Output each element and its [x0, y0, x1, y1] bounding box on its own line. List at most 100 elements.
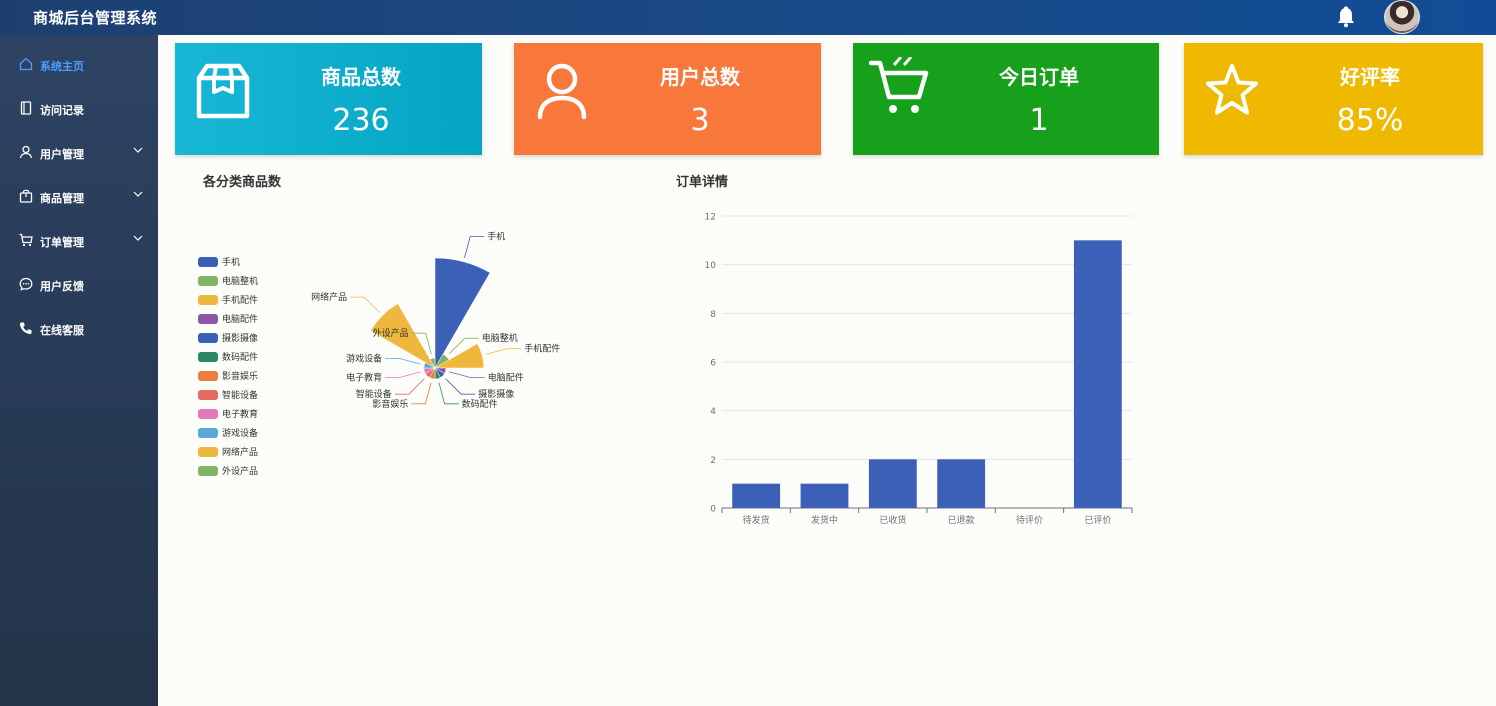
legend-swatch: [198, 428, 218, 438]
sidebar-item-visit-log[interactable]: 访问记录: [0, 87, 158, 127]
chevron-down-icon: [133, 191, 143, 197]
stat-card-today-orders: 今日订单 1: [853, 43, 1159, 155]
sidebar-item-online-service[interactable]: 在线客服: [0, 307, 158, 347]
legend-label: 智能设备: [222, 391, 259, 401]
sidebar: 系统主页 访问记录 用户管理 商品管理 订单管理 用户反馈 在线客服: [0, 35, 158, 706]
legend-swatch: [198, 276, 218, 286]
x-tick-label: 已退款: [948, 514, 975, 526]
pie-label: 手机: [487, 231, 505, 243]
legend-swatch: [198, 371, 218, 381]
pie-label: 摄影摄像: [478, 388, 514, 400]
pie-label-line: [449, 371, 485, 379]
y-tick-label: 2: [710, 456, 716, 466]
bell-icon[interactable]: [1336, 6, 1356, 28]
pie-label: 电脑配件: [488, 372, 524, 384]
legend-label: 电脑配件: [222, 315, 259, 325]
user-icon: [537, 63, 587, 120]
legend-label: 影音娱乐: [222, 372, 259, 382]
legend-swatch: [198, 409, 218, 419]
pie-label-line: [385, 357, 421, 365]
top-header: 商城后台管理系统: [0, 0, 1496, 35]
legend-swatch: [198, 257, 218, 267]
stat-card-title: 好评率: [1340, 65, 1400, 89]
pie-label: 电子教育: [346, 372, 382, 384]
sidebar-item-label: 在线客服: [40, 324, 84, 337]
bar[interactable]: [1073, 240, 1122, 509]
legend-label: 手机: [222, 258, 241, 268]
sidebar-item-order-management[interactable]: 订单管理: [0, 219, 158, 259]
bar[interactable]: [732, 483, 781, 508]
sidebar-item-home[interactable]: 系统主页: [0, 43, 158, 83]
notebook-icon: [20, 101, 32, 115]
stat-card-value: 236: [332, 103, 390, 138]
legend-label: 游戏设备: [222, 429, 259, 439]
bar[interactable]: [868, 459, 917, 508]
legend-swatch: [198, 314, 218, 324]
x-tick-label: 待发货: [743, 514, 770, 526]
stat-card-value: 3: [690, 103, 710, 138]
pie-label-line: [394, 378, 425, 395]
y-tick-label: 6: [710, 359, 716, 369]
sidebar-item-user-feedback[interactable]: 用户反馈: [0, 263, 158, 303]
y-tick-label: 0: [710, 505, 716, 515]
sidebar-item-label: 系统主页: [40, 60, 84, 73]
legend-swatch: [198, 390, 218, 400]
phone-icon: [20, 322, 32, 334]
star-icon: [1206, 64, 1258, 115]
legend-swatch: [198, 295, 218, 305]
avatar[interactable]: [1384, 0, 1420, 34]
app-title: 商城后台管理系统: [33, 9, 158, 27]
x-tick-label: 已收货: [879, 514, 906, 526]
user-icon: [19, 145, 33, 159]
sidebar-item-label: 访问记录: [40, 104, 84, 117]
sidebar-item-product-management[interactable]: 商品管理: [0, 175, 158, 215]
legend-swatch: [198, 447, 218, 457]
stat-card-user-total: 用户总数 3: [514, 43, 821, 155]
stat-card-value: 1: [1029, 103, 1049, 138]
bag-icon: [19, 189, 33, 203]
home-icon: [19, 57, 33, 71]
x-tick-label: 已评价: [1084, 515, 1111, 526]
legend-swatch: [198, 333, 218, 343]
chevron-down-icon: [133, 235, 143, 241]
sidebar-item-label: 用户管理: [40, 148, 84, 161]
cart-icon: [869, 57, 929, 113]
chat-icon: [19, 277, 33, 291]
stat-card-title: 商品总数: [321, 65, 401, 89]
y-tick-label: 8: [710, 310, 716, 320]
stat-card-title: 用户总数: [660, 65, 740, 89]
y-tick-label: 10: [705, 261, 717, 271]
cart-icon: [19, 233, 33, 247]
order-bar-chart: 0 2 4 6 8 10 12 待发货 发货中 已收货 已退款 待评价 已评价: [705, 213, 1133, 526]
pie-label-line: [385, 371, 421, 379]
pie-label-line: [464, 236, 485, 259]
bar[interactable]: [800, 483, 849, 508]
y-tick-label: 4: [710, 407, 716, 417]
pie-label-line: [438, 382, 459, 405]
box-icon: [196, 63, 250, 119]
category-chart-title: 各分类商品数: [203, 175, 282, 190]
legend-label: 电子教育: [222, 410, 259, 420]
pie-label-line: [350, 296, 380, 313]
legend-swatch: [198, 466, 218, 476]
pie-label-line: [411, 382, 432, 405]
stat-card-good-rate: 好评率 85%: [1184, 43, 1483, 155]
legend-label: 网络产品: [222, 448, 259, 458]
legend-label: 手机配件: [222, 296, 259, 306]
sidebar-item-label: 用户反馈: [40, 280, 84, 293]
chevron-down-icon: [133, 147, 143, 153]
stat-card-title: 今日订单: [999, 65, 1079, 89]
x-tick-label: 待评价: [1016, 514, 1043, 526]
stat-card-product-total: 商品总数 236: [175, 43, 482, 155]
pie-label: 数码配件: [462, 398, 498, 410]
y-tick-label: 12: [705, 213, 716, 223]
pie-slice[interactable]: [434, 257, 491, 369]
sidebar-item-label: 商品管理: [40, 192, 84, 205]
legend-label: 电脑整机: [222, 277, 259, 287]
orders-chart-title: 订单详情: [676, 175, 729, 190]
bar[interactable]: [937, 459, 986, 508]
category-rose-chart: 手机电脑整机手机配件电脑配件摄影摄像数码配件影音娱乐智能设备电子教育游戏设备网络…: [311, 231, 560, 410]
stat-card-value: 85%: [1336, 103, 1404, 138]
sidebar-item-user-management[interactable]: 用户管理: [0, 131, 158, 171]
pie-label: 外设产品: [373, 327, 409, 339]
